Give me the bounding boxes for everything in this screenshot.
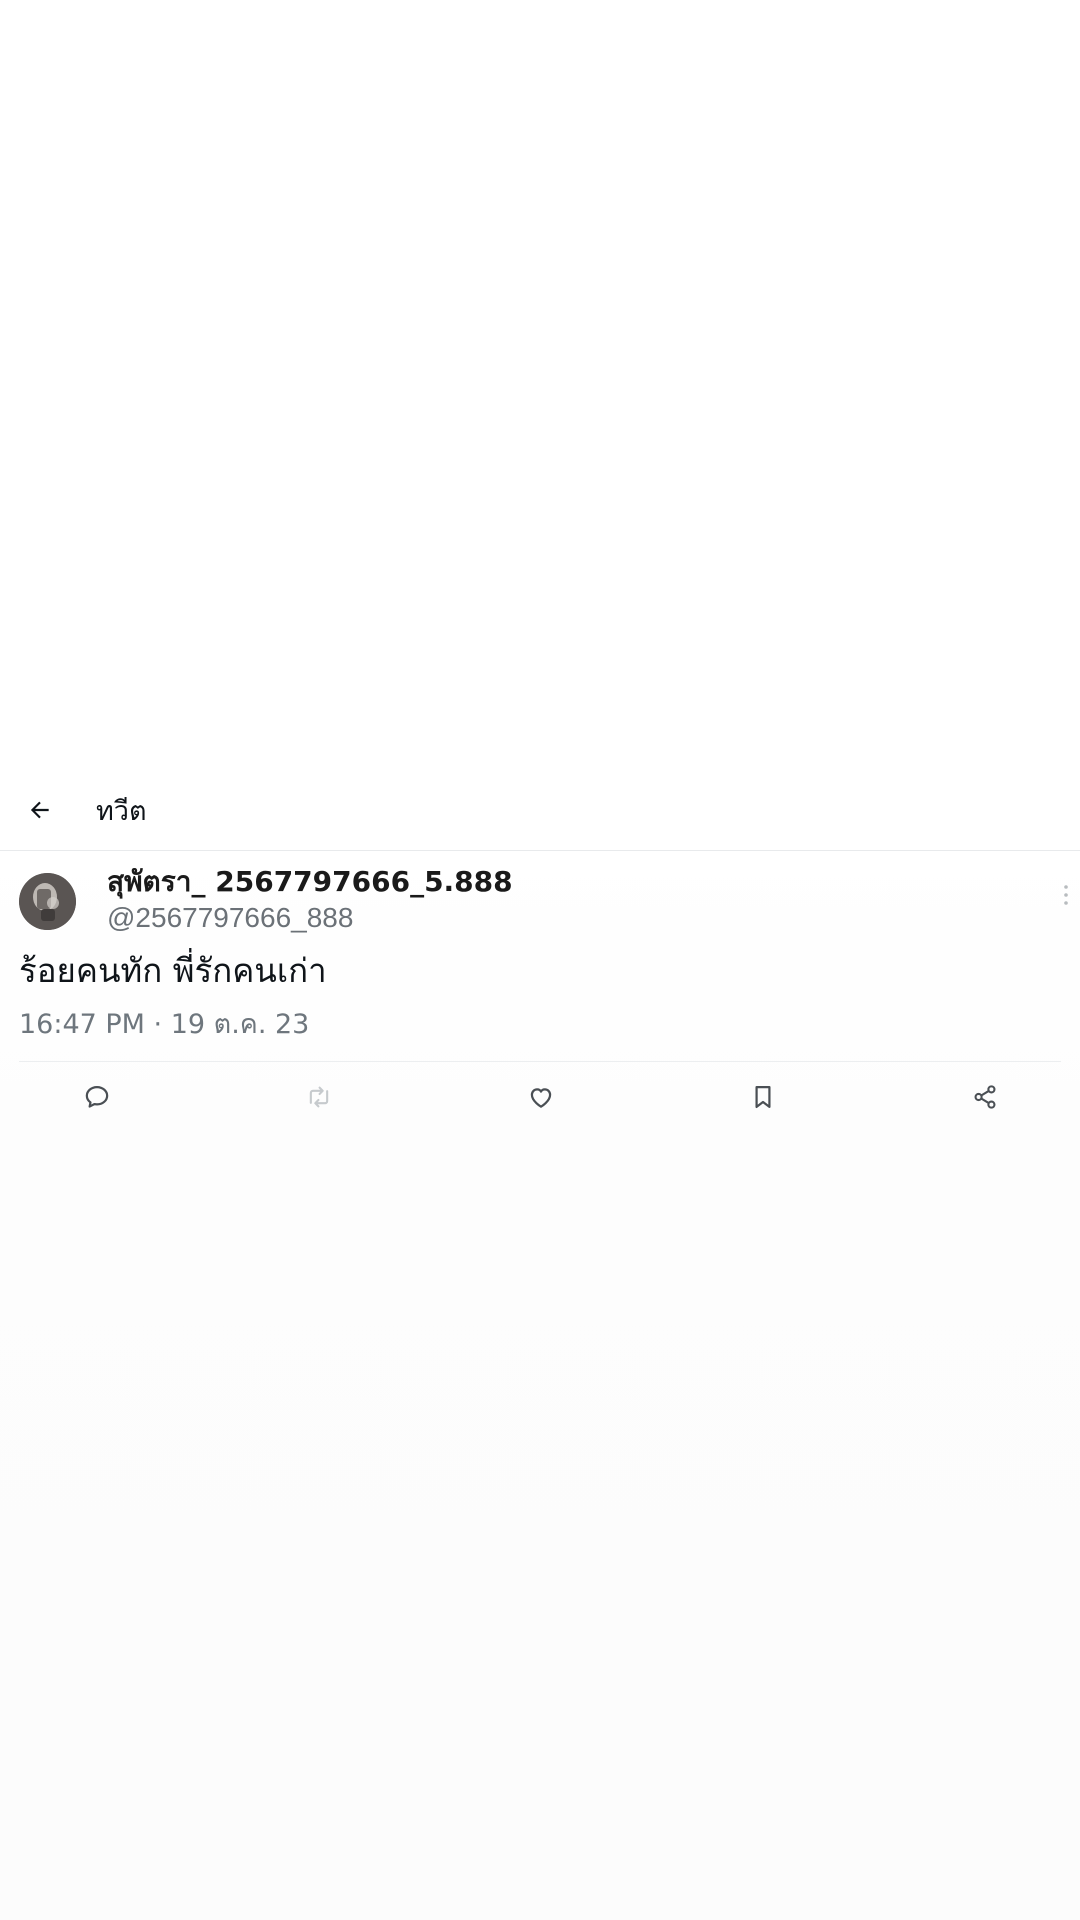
bookmark-button[interactable] <box>738 1072 788 1122</box>
bookmark-icon <box>749 1083 777 1111</box>
more-vertical-icon <box>1063 884 1069 911</box>
tweet-text: ร้อยคนทัก พี่รักคนเก่า <box>19 951 327 990</box>
tweet-detail-screen: ทวีต สุพัตรา_ 2567797666_5.888 @25677976… <box>0 0 1080 1920</box>
action-bar <box>0 1072 1080 1122</box>
page-title: ทวีต <box>96 796 147 827</box>
retweet-button[interactable] <box>294 1072 344 1122</box>
user-handle[interactable]: @2567797666_888 <box>107 900 353 936</box>
tweet-timestamp: 16:47 PM · 19 ต.ค. 23 <box>19 1009 310 1040</box>
meta-divider <box>19 1061 1061 1062</box>
more-options-button[interactable] <box>1052 882 1080 912</box>
reply-button[interactable] <box>72 1072 122 1122</box>
comment-icon <box>83 1083 111 1111</box>
share-button[interactable] <box>960 1072 1010 1122</box>
arrow-left-icon <box>27 797 53 828</box>
avatar-image <box>19 873 76 930</box>
retweet-icon <box>305 1083 333 1111</box>
avatar[interactable] <box>19 873 76 930</box>
back-button[interactable] <box>18 790 62 834</box>
top-bar: ทวีต <box>0 778 1080 848</box>
display-name[interactable]: สุพัตรา_ 2567797666_5.888 <box>107 864 513 900</box>
share-icon <box>971 1083 999 1111</box>
like-button[interactable] <box>516 1072 566 1122</box>
header-divider <box>0 850 1080 851</box>
heart-icon <box>527 1083 555 1111</box>
